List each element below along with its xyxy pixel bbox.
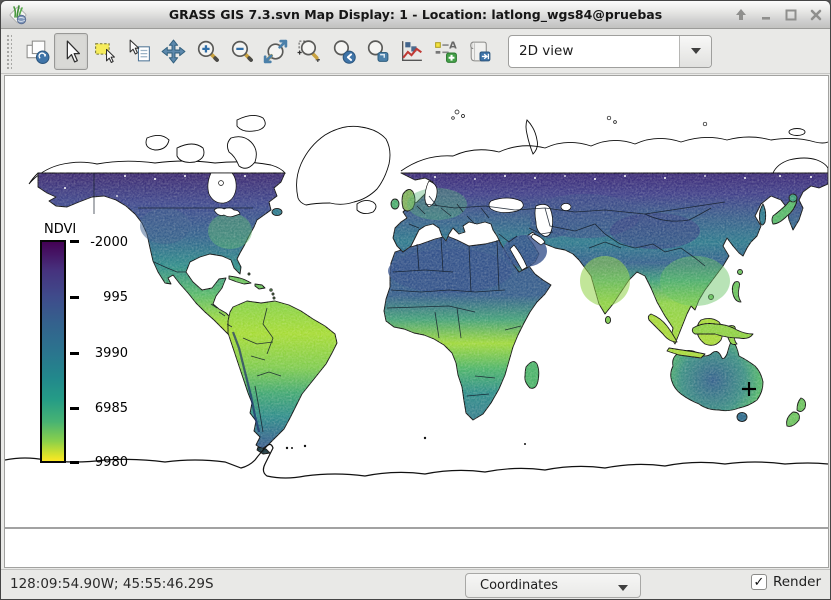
render-label: Render (773, 574, 821, 590)
checkmark-icon: ✓ (753, 576, 764, 589)
legend-tick-mark (70, 407, 79, 410)
statusbar-mode-select[interactable]: Coordinates (465, 573, 641, 598)
statusbar-mode-value: Coordinates (480, 578, 558, 593)
svg-text:A: A (449, 40, 457, 51)
legend-tick-label: 6985 (82, 401, 128, 416)
siberian-coast-outline (401, 137, 828, 171)
legend-tick-mark (70, 296, 79, 299)
statusbar: 128:09:54.90W; 45:55:46.29S Coordinates … (1, 569, 830, 600)
save-display-button[interactable] (462, 33, 496, 70)
legend-tick-label: -2000 (82, 235, 128, 250)
zoom-region-button[interactable] (292, 33, 326, 70)
zoom-options-button[interactable] (360, 33, 394, 70)
legend-tick-label: 3990 (82, 346, 128, 361)
zoom-back-button[interactable] (326, 33, 360, 70)
arctic-islands (452, 110, 707, 126)
render-toggle[interactable]: ✓ Render (751, 574, 821, 590)
zoom-back-icon (330, 38, 357, 65)
view-mode-dropdown-button[interactable] (679, 36, 711, 67)
zoom-out-button[interactable] (224, 33, 258, 70)
select-features-button[interactable] (88, 33, 122, 70)
legend-tick-mark (70, 352, 79, 355)
analyze-map-button[interactable] (394, 33, 428, 70)
render-checkbox[interactable]: ✓ (751, 574, 767, 590)
display-map-icon (24, 38, 51, 65)
map-legend: NDVI -2000 995 3990 6985 9980 (40, 222, 180, 467)
query-icon (126, 38, 153, 65)
view-mode-value: 2D view (509, 43, 573, 59)
map-toolbar: A 2D view (1, 29, 830, 74)
chevron-down-icon (618, 585, 628, 596)
close-icon[interactable] (807, 6, 825, 24)
analyze-map-icon (398, 38, 425, 65)
titlebar[interactable]: GRASS GIS 7.3.svn Map Display: 1 - Locat… (1, 1, 830, 29)
map-display-window: GRASS GIS 7.3.svn Map Display: 1 - Locat… (0, 0, 831, 600)
legend-tick-label: 9980 (82, 455, 128, 470)
maximize-icon[interactable] (782, 6, 800, 24)
view-mode-combobox[interactable]: 2D view (508, 35, 712, 68)
window-controls (732, 1, 825, 29)
query-tool-button[interactable] (122, 33, 156, 70)
zoom-in-button[interactable] (190, 33, 224, 70)
pan-tool-button[interactable] (156, 33, 190, 70)
legend-colorbar (40, 240, 66, 463)
pan-icon (160, 38, 187, 65)
minimize-icon[interactable] (757, 6, 775, 24)
pointer-tool-button[interactable] (54, 33, 88, 70)
zoom-in-icon (194, 38, 221, 65)
add-overlay-icon: A (432, 38, 459, 65)
coordinate-readout: 128:09:54.90W; 45:55:46.29S (10, 576, 214, 592)
legend-tick-mark (70, 461, 79, 464)
legend-tick-mark (70, 240, 79, 243)
chevron-down-icon (691, 48, 701, 59)
zoom-out-icon (228, 38, 255, 65)
map-canvas[interactable]: NDVI -2000 995 3990 6985 9980 (4, 75, 829, 568)
toolbar-grip[interactable] (5, 33, 12, 69)
window-title: GRASS GIS 7.3.svn Map Display: 1 - Locat… (1, 1, 830, 28)
add-overlay-button[interactable]: A (428, 33, 462, 70)
legend-tick-label: 995 (82, 290, 128, 305)
zoom-region-icon (296, 38, 323, 65)
zoom-options-icon (364, 38, 391, 65)
pointer-icon (58, 38, 85, 65)
save-display-icon (466, 38, 493, 65)
display-map-button[interactable] (20, 33, 54, 70)
select-features-icon (92, 38, 119, 65)
shade-window-icon[interactable] (732, 6, 750, 24)
antarctic-islands (286, 437, 526, 449)
zoom-extent-button[interactable] (258, 33, 292, 70)
zoom-extent-icon (262, 38, 289, 65)
